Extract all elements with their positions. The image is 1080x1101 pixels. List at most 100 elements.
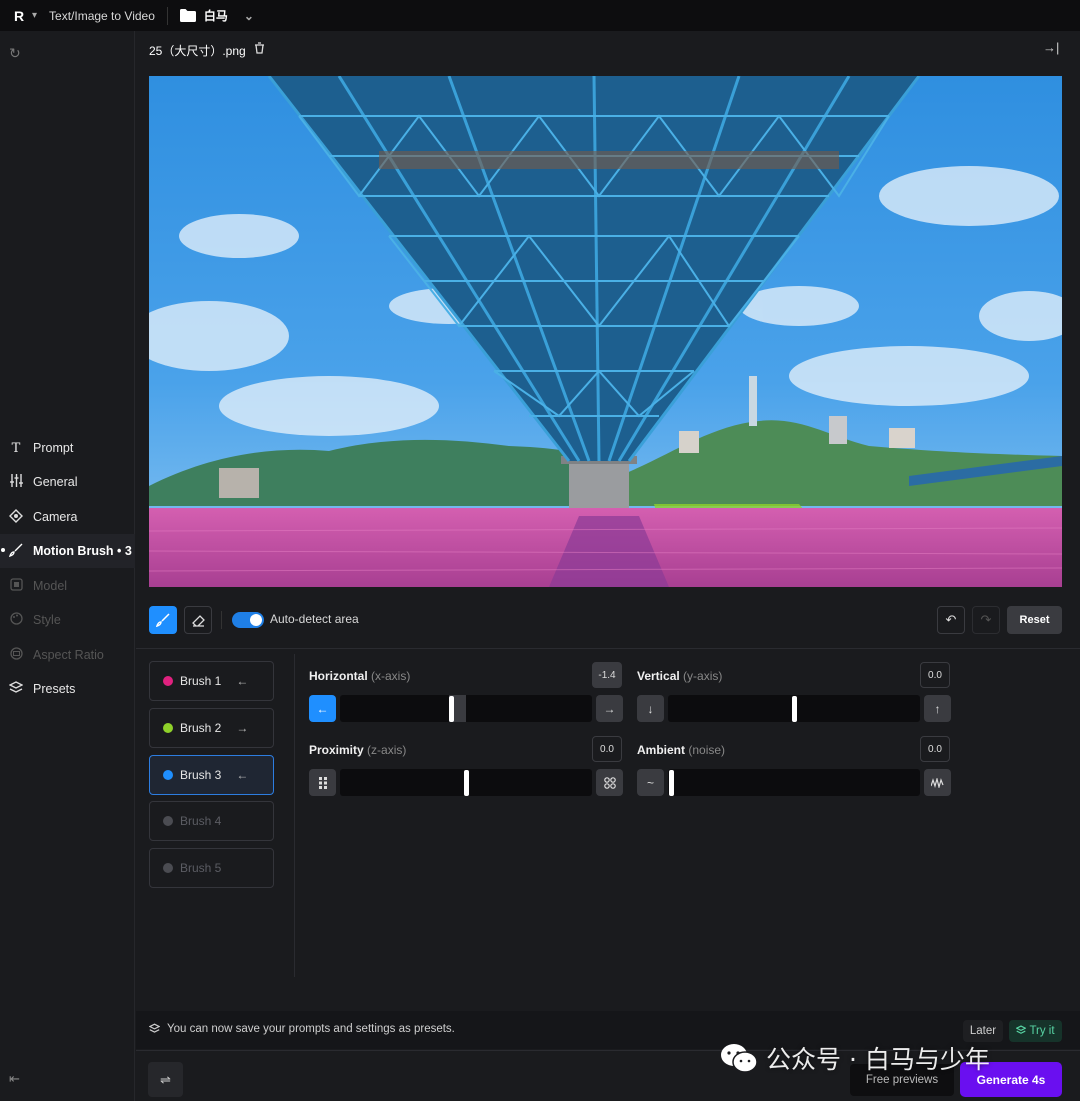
eraser-tool-button[interactable]: [184, 606, 212, 634]
arrow-left-button[interactable]: ←: [309, 695, 336, 722]
grid-circles-icon: [603, 776, 616, 789]
sliders-icon: [9, 474, 23, 490]
brush-item[interactable]: Brush 4: [149, 801, 274, 841]
brush-item[interactable]: Brush 1 ←: [149, 661, 274, 701]
sidebar-item-label: Prompt: [33, 441, 74, 455]
wave-low-icon: ~: [646, 775, 654, 790]
trash-icon[interactable]: [254, 42, 265, 59]
sidebar-item-label: Model: [33, 579, 68, 593]
control-label: Ambient: [637, 743, 685, 757]
redo-button[interactable]: ↷: [972, 606, 1000, 634]
proximity-near-button[interactable]: [309, 769, 336, 796]
ambient-value[interactable]: 0.0: [920, 736, 950, 762]
try-it-button[interactable]: Try it: [1009, 1020, 1062, 1042]
arrow-right-button[interactable]: →: [596, 695, 623, 722]
bridge-image: [149, 76, 1062, 587]
try-it-label: Try it: [1029, 1025, 1055, 1037]
chevron-down-icon[interactable]: ▾: [32, 10, 37, 21]
vertical-value[interactable]: 0.0: [920, 662, 950, 688]
slider-handle[interactable]: [791, 696, 797, 722]
proximity-far-button[interactable]: [596, 769, 623, 796]
brush-tool-button[interactable]: [149, 606, 177, 634]
vertical-slider[interactable]: [668, 695, 920, 722]
proximity-value[interactable]: 0.0: [592, 736, 622, 762]
camera-icon: [9, 508, 23, 526]
brush-icon: [156, 613, 170, 627]
app-logo[interactable]: R: [8, 5, 30, 27]
auto-detect-label: Auto-detect area: [270, 612, 359, 626]
slider-handle[interactable]: [463, 770, 469, 796]
sidebar-item-general[interactable]: General: [0, 465, 135, 499]
proximity-title: Proximity (z-axis): [309, 743, 406, 757]
arrow-right-icon: →: [603, 701, 616, 716]
brush-label: Brush 4: [180, 814, 222, 828]
auto-detect-toggle[interactable]: [232, 612, 264, 628]
brush-color-dot: [163, 770, 173, 780]
sidebar-item-label: Presets: [33, 682, 76, 696]
later-button[interactable]: Later: [963, 1020, 1003, 1042]
proximity-slider[interactable]: [340, 769, 592, 796]
horizontal-value[interactable]: -1.4: [592, 662, 622, 688]
brush-icon: [8, 543, 23, 560]
axis-label: (z-axis): [367, 743, 407, 757]
arrow-up-button[interactable]: ↑: [924, 695, 951, 722]
control-label: Vertical: [637, 669, 680, 683]
file-name: 25（大尺寸）.png: [149, 44, 246, 58]
active-indicator: [1, 548, 5, 552]
divider: [294, 654, 295, 977]
breadcrumb[interactable]: Text/Image to Video: [49, 9, 155, 23]
ambient-low-button[interactable]: ~: [637, 769, 664, 796]
collapse-sidebar-icon[interactable]: ⇤: [9, 1071, 20, 1087]
palette-icon: [9, 612, 23, 628]
arrow-up-icon: ↑: [934, 701, 941, 716]
watermark: 公众号 · 白马与少年: [720, 1040, 990, 1076]
brush-toolbar: Auto-detect area ↶ ↷ Reset: [149, 606, 1062, 634]
divider: [136, 648, 1080, 649]
reset-button[interactable]: Reset: [1007, 606, 1062, 634]
horizontal-slider[interactable]: [340, 695, 592, 722]
grid-small-icon: [318, 776, 327, 789]
folder-selector[interactable]: 白马 ⌄: [179, 7, 254, 24]
brush-item[interactable]: Brush 5: [149, 848, 274, 888]
sidebar-item-style: Style: [0, 603, 135, 637]
notice-text: You can now save your prompts and settin…: [167, 1023, 455, 1035]
image-canvas[interactable]: [149, 76, 1062, 587]
axis-label: (x-axis): [371, 669, 411, 683]
sidebar-item-camera[interactable]: Camera: [0, 500, 135, 534]
sidebar-item-presets[interactable]: Presets: [0, 672, 135, 706]
arrow-left-icon: ←: [236, 768, 249, 782]
refresh-icon[interactable]: ↻: [9, 45, 21, 62]
wave-high-icon: [931, 777, 944, 788]
main-panel: 25（大尺寸）.png →| Auto-detect area ↶ ↷ Rese…: [136, 31, 1080, 1101]
sidebar: ↻ T Prompt General Camera Motion Brush •…: [0, 31, 135, 1101]
settings-toggle-button[interactable]: ⇌: [148, 1062, 183, 1097]
axis-label: (y-axis): [683, 669, 723, 683]
undo-button[interactable]: ↶: [937, 606, 965, 634]
sidebar-item-label: Style: [33, 613, 61, 627]
sidebar-item-motion-brush[interactable]: Motion Brush • 3: [0, 534, 135, 568]
ambient-high-button[interactable]: [924, 769, 951, 796]
brush-item[interactable]: Brush 2 →: [149, 708, 274, 748]
brush-item[interactable]: Brush 3 ←: [149, 755, 274, 795]
expand-panel-icon[interactable]: →|: [1043, 40, 1059, 55]
sidebar-item-prompt[interactable]: T Prompt: [0, 431, 135, 465]
slider-handle[interactable]: [669, 770, 674, 796]
sidebar-item-model: Model: [0, 569, 135, 603]
brush-color-dot: [163, 863, 173, 873]
brush-color-dot: [163, 816, 173, 826]
chevron-down-icon: ⌄: [243, 8, 254, 23]
ambient-slider[interactable]: [668, 769, 920, 796]
sidebar-item-label: General: [33, 475, 78, 489]
brush-label: Brush 2: [180, 721, 222, 735]
brush-color-dot: [163, 676, 173, 686]
folder-name: 白马: [203, 9, 228, 23]
slider-handle[interactable]: [448, 696, 454, 722]
sidebar-item-aspect-ratio: Aspect Ratio: [0, 638, 135, 672]
sidebar-item-label: Aspect Ratio: [33, 648, 104, 662]
horizontal-title: Horizontal (x-axis): [309, 669, 410, 683]
arrow-down-icon: ↓: [647, 701, 654, 716]
ambient-title: Ambient (noise): [637, 743, 725, 757]
arrow-down-button[interactable]: ↓: [637, 695, 664, 722]
file-header: 25（大尺寸）.png: [149, 42, 265, 59]
brush-color-dot: [163, 723, 173, 733]
